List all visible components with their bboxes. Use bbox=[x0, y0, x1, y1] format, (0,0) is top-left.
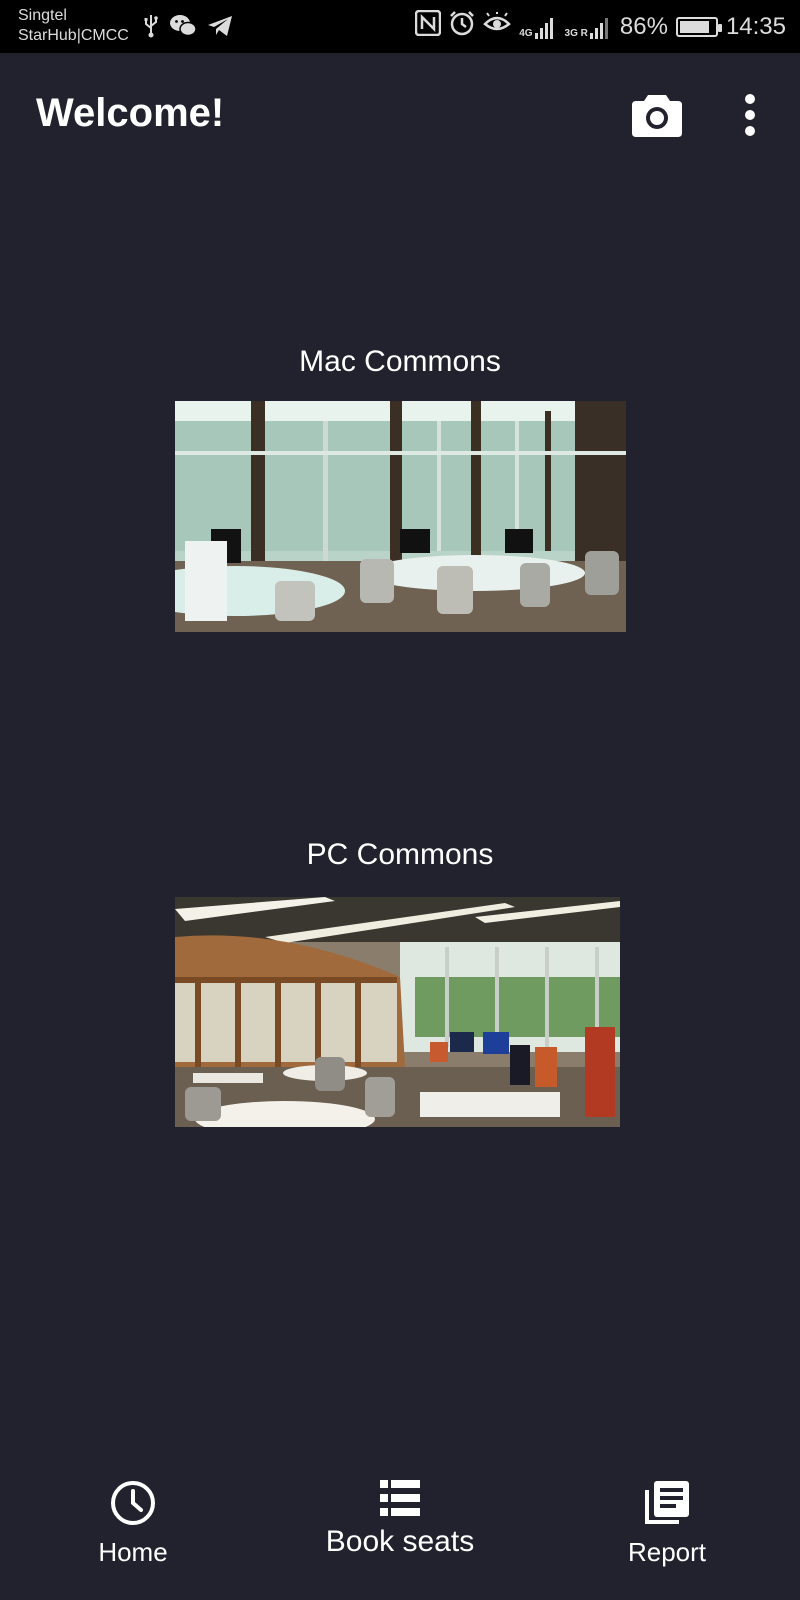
nfc-icon bbox=[414, 9, 442, 43]
signal-strength-icon-2: 3G R bbox=[565, 15, 612, 39]
camera-icon bbox=[632, 95, 682, 141]
nav-item-home[interactable]: Home bbox=[90, 1480, 176, 1568]
nav-item-report[interactable]: Report bbox=[612, 1480, 722, 1568]
nav-item-label: Home bbox=[98, 1537, 168, 1567]
more-vert-icon bbox=[735, 94, 765, 141]
report-icon bbox=[643, 1481, 691, 1530]
camera-button[interactable] bbox=[632, 91, 682, 137]
app-bar: Welcome! bbox=[0, 53, 800, 177]
more-options-button[interactable] bbox=[735, 93, 765, 137]
mac-commons-photo[interactable] bbox=[175, 401, 626, 632]
telegram-icon bbox=[207, 14, 233, 43]
battery-icon bbox=[675, 16, 722, 37]
system-status: 4G 3G R 86% 14:35 bbox=[414, 9, 786, 43]
nav-item-label: Book seats bbox=[325, 1525, 475, 1558]
location-title: Mac Commons bbox=[299, 345, 501, 378]
usb-icon bbox=[143, 14, 159, 43]
eye-comfort-icon bbox=[483, 12, 512, 41]
carrier-name-primary: Singtel bbox=[18, 7, 67, 24]
bottom-navigation: Home Book seats Report bbox=[0, 1480, 800, 1600]
wechat-icon bbox=[169, 14, 197, 43]
nav-item-book-seats[interactable]: Book seats bbox=[312, 1480, 488, 1559]
network-type-label-1: 4G bbox=[519, 27, 533, 39]
location-card-mac-commons: Mac Commons bbox=[0, 345, 800, 632]
battery-percent: 86% bbox=[619, 12, 668, 40]
carrier-info: Singtel StarHub|CMCC bbox=[18, 6, 129, 46]
page-title: Welcome! bbox=[36, 91, 225, 135]
battery-level-fill bbox=[679, 20, 709, 33]
clock-time: 14:35 bbox=[725, 12, 786, 40]
location-title: PC Commons bbox=[306, 838, 494, 871]
alarm-icon bbox=[449, 10, 475, 43]
location-card-pc-commons: PC Commons bbox=[0, 838, 800, 1127]
carrier-name-secondary: StarHub|CMCC bbox=[18, 27, 129, 44]
pc-commons-photo[interactable] bbox=[175, 897, 620, 1127]
signal-strength-icon-1: 4G bbox=[519, 15, 556, 39]
network-type-label-2: 3G R bbox=[564, 27, 588, 39]
status-bar: Singtel StarHub|CMCC 4G 3G R 86% 14:35 bbox=[0, 0, 800, 53]
list-icon bbox=[380, 1480, 420, 1520]
nav-item-label: Report bbox=[627, 1537, 707, 1567]
notification-icons bbox=[143, 14, 233, 43]
clock-icon bbox=[110, 1481, 156, 1530]
